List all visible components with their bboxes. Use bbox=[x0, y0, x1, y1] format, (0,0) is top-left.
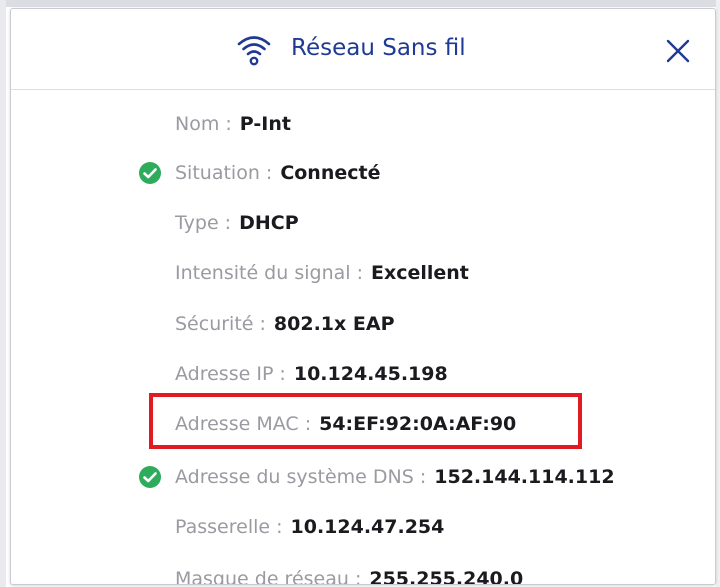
field-name: Nom : P-Int bbox=[175, 107, 291, 141]
field-label: Type : bbox=[175, 212, 232, 234]
field-subnet-mask: Masque de réseau : 255.255.240.0 bbox=[175, 562, 524, 585]
field-gateway: Passerelle : 10.124.47.254 bbox=[175, 510, 444, 544]
field-value: 802.1x EAP bbox=[273, 313, 395, 335]
wifi-icon bbox=[236, 31, 272, 71]
field-security: Sécurité : 802.1x EAP bbox=[175, 307, 395, 341]
dialog-title: Réseau Sans fil bbox=[291, 35, 466, 61]
field-label: Situation : bbox=[175, 162, 273, 184]
close-button[interactable] bbox=[664, 37, 692, 65]
field-label: Adresse du système DNS : bbox=[175, 466, 427, 488]
mac-address-highlight bbox=[149, 393, 582, 449]
field-value: Connecté bbox=[280, 162, 381, 184]
field-value: P-Int bbox=[239, 113, 291, 135]
field-label: Passerelle : bbox=[175, 516, 283, 538]
close-icon[interactable] bbox=[664, 37, 692, 65]
field-label: Intensité du signal : bbox=[175, 262, 363, 284]
field-value: 152.144.114.112 bbox=[434, 466, 615, 488]
screen: Réseau Sans fil Nom : P-Int Situation : Co… bbox=[0, 0, 720, 587]
field-label: Masque de réseau : bbox=[175, 568, 362, 585]
field-ip-address: Adresse IP : 10.124.45.198 bbox=[175, 357, 448, 391]
dialog-header: Réseau Sans fil bbox=[11, 9, 715, 90]
field-value: 10.124.47.254 bbox=[290, 516, 445, 538]
wireless-network-dialog: Réseau Sans fil Nom : P-Int Situation : Co… bbox=[10, 8, 716, 585]
field-situation: Situation : Connecté bbox=[175, 156, 380, 190]
field-label: Sécurité : bbox=[175, 313, 266, 335]
backdrop-top-edge bbox=[0, 0, 720, 7]
field-type: Type : DHCP bbox=[175, 206, 299, 240]
field-dns-address: Adresse du système DNS : 152.144.114.112 bbox=[175, 460, 615, 494]
field-value: 10.124.45.198 bbox=[293, 363, 448, 385]
check-circle-icon bbox=[138, 161, 162, 185]
field-signal-strength: Intensité du signal : Excellent bbox=[175, 256, 469, 290]
field-label: Nom : bbox=[175, 113, 232, 135]
field-label: Adresse IP : bbox=[175, 363, 286, 385]
field-value: 255.255.240.0 bbox=[369, 568, 524, 585]
field-value: Excellent bbox=[370, 262, 469, 284]
backdrop-left-edge bbox=[0, 0, 6, 587]
field-value: DHCP bbox=[239, 212, 299, 234]
check-circle-icon bbox=[138, 465, 162, 489]
backdrop-right-edge bbox=[716, 0, 720, 587]
